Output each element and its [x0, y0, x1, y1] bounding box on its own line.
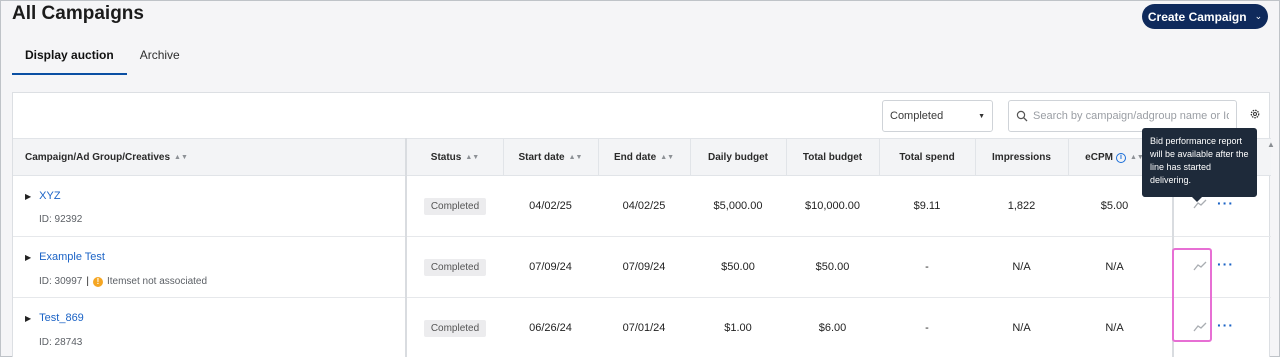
status-badge: Completed: [423, 319, 487, 337]
header-impressions: Impressions: [975, 139, 1068, 176]
ecpm: N/A: [1105, 322, 1124, 334]
campaign-table-card: Completed ▼ Campaign/Ad Group/Creatives▲…: [12, 92, 1271, 357]
header-status[interactable]: Status ▲▼: [407, 139, 503, 176]
total-budget: $10,000.00: [804, 200, 861, 212]
expand-arrow-icon[interactable]: ▶: [25, 253, 31, 262]
status-badge: Completed: [423, 197, 487, 215]
status-badge: Completed: [423, 258, 487, 276]
daily-budget: $50.00: [721, 261, 755, 273]
header-daily-budget: Daily budget: [690, 139, 786, 176]
campaign-name-link[interactable]: ▶ Example Test: [25, 251, 105, 263]
more-options-button[interactable]: ···: [1217, 317, 1234, 333]
table-row: ▶ XYZ ID: 92392 Completed 04/02/25 04/02…: [13, 176, 1271, 237]
create-campaign-label: Create Campaign: [1147, 9, 1247, 24]
start-date: 06/26/24: [529, 322, 572, 334]
campaign-name[interactable]: Test_869: [39, 312, 84, 324]
campaign-id-row: ID: 30997 | ! Itemset not associated: [39, 276, 208, 287]
info-icon[interactable]: i: [1115, 152, 1126, 163]
header-start-date-label: Start date: [518, 152, 565, 163]
header-daily-budget-label: Daily budget: [707, 152, 768, 163]
total-spend: $9.11: [913, 200, 941, 212]
header-status-label: Status: [430, 152, 462, 163]
header-total-budget-label: Total budget: [802, 152, 863, 163]
campaign-id: ID: 92392: [39, 214, 83, 225]
daily-budget: $5,000.00: [713, 200, 763, 212]
highlight-box: [1172, 248, 1212, 342]
sort-icon: ▲▼: [660, 154, 675, 161]
campaign-name[interactable]: Example Test: [39, 251, 105, 263]
end-date: 07/09/24: [622, 261, 666, 273]
end-date: 04/02/25: [622, 200, 666, 212]
sort-icon: ▲▼: [568, 154, 583, 161]
create-campaign-button[interactable]: Create Campaign ⌄: [1142, 4, 1268, 29]
campaign-name[interactable]: XYZ: [39, 190, 60, 202]
total-budget: $50.00: [815, 261, 850, 273]
tab-bar: Display auction Archive: [12, 39, 193, 75]
campaign-name-link[interactable]: ▶ Test_869: [25, 312, 84, 324]
campaign-id: ID: 28743: [39, 337, 83, 348]
impressions: N/A: [1012, 322, 1031, 334]
header-end-date-label: End date: [613, 152, 657, 163]
expand-arrow-icon[interactable]: ▶: [25, 314, 31, 323]
header-campaign[interactable]: Campaign/Ad Group/Creatives ▲▼: [25, 139, 188, 176]
scroll-up-arrow-icon[interactable]: ▲: [1267, 140, 1275, 149]
campaign-name-link[interactable]: ▶ XYZ: [25, 190, 61, 202]
header-total-budget: Total budget: [786, 139, 879, 176]
more-options-button[interactable]: ···: [1217, 195, 1234, 211]
header-start-date[interactable]: Start date ▲▼: [503, 139, 598, 176]
end-date: 07/01/24: [622, 322, 666, 334]
tab-display-auction[interactable]: Display auction: [12, 39, 127, 75]
tooltip: Bid performance report will be available…: [1142, 128, 1257, 197]
status-filter-value: Completed: [890, 110, 944, 122]
header-end-date[interactable]: End date ▲▼: [598, 139, 690, 176]
more-options-button[interactable]: ···: [1217, 256, 1234, 272]
search-input[interactable]: [1033, 110, 1229, 122]
header-total-spend-label: Total spend: [899, 152, 955, 163]
header-impressions-label: Impressions: [992, 152, 1051, 163]
header-total-spend: Total spend: [879, 139, 975, 176]
expand-arrow-icon[interactable]: ▶: [25, 192, 31, 201]
search-icon: [1016, 110, 1028, 122]
table-row: ▶ Example Test ID: 30997 | ! Itemset not…: [13, 237, 1271, 298]
header-ecpm-label: eCPM: [1085, 152, 1113, 163]
total-spend: -: [925, 322, 929, 334]
tab-archive[interactable]: Archive: [127, 39, 193, 75]
table-header: Campaign/Ad Group/Creatives ▲▼ Status ▲▼ S…: [13, 138, 1271, 176]
start-date: 07/09/24: [529, 261, 572, 273]
total-spend: -: [925, 261, 929, 273]
tooltip-arrow: [1192, 197, 1202, 202]
header-campaign-label: Campaign/Ad Group/Creatives: [25, 152, 171, 163]
impressions: 1,822: [1007, 200, 1036, 212]
ecpm: N/A: [1105, 261, 1124, 273]
warning-text: Itemset not associated: [106, 276, 208, 287]
table-row: ▶ Test_869 ID: 28743 Completed 06/26/24 …: [13, 298, 1271, 357]
campaign-id: ID: 30997: [39, 276, 83, 287]
total-budget: $6.00: [818, 322, 847, 334]
warning-icon: !: [92, 276, 103, 287]
gear-icon[interactable]: [1249, 108, 1261, 120]
column-divider: [405, 138, 407, 357]
daily-budget: $1.00: [724, 322, 752, 334]
sort-icon: ▲▼: [174, 154, 188, 161]
sort-icon: ▲▼: [465, 154, 480, 161]
page-title: All Campaigns: [12, 3, 144, 24]
impressions: N/A: [1012, 261, 1031, 273]
caret-down-icon: ▼: [978, 112, 985, 120]
start-date: 04/02/25: [529, 200, 572, 212]
status-filter-select[interactable]: Completed ▼: [882, 100, 993, 132]
chevron-down-icon: ⌄: [1254, 11, 1263, 21]
ecpm: $5.00: [1100, 200, 1129, 212]
